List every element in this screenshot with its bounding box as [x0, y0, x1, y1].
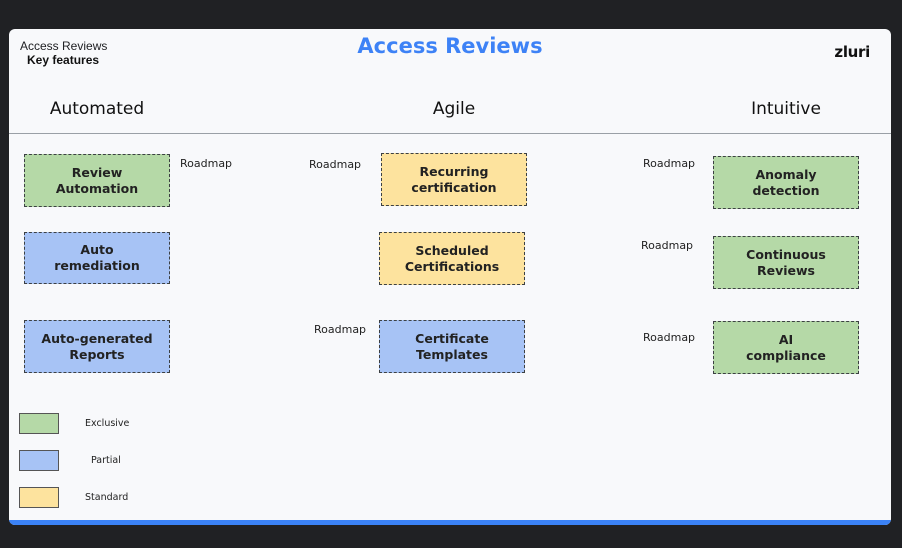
- feature-auto-remediation: Auto remediation: [24, 232, 170, 284]
- roadmap-label-ai-compliance: Roadmap: [643, 331, 696, 344]
- legend-label-partial: Partial: [91, 455, 121, 466]
- roadmap-label-recurring-certification: Roadmap: [309, 158, 362, 171]
- feature-label-line2: remediation: [54, 258, 140, 273]
- legend-label-exclusive: Exclusive: [85, 418, 130, 429]
- slide-title: Access Reviews: [357, 34, 543, 58]
- zluri-logo: zluri: [834, 43, 870, 61]
- feature-label-line1: Scheduled: [415, 242, 489, 258]
- feature-certificate-templates: Certificate Templates: [379, 320, 525, 373]
- feature-anomaly-detection: Anomaly detection: [713, 156, 859, 209]
- legend-swatch-exclusive: [19, 413, 59, 434]
- feature-auto-generated-reports: Auto-generated Reports: [24, 320, 170, 373]
- feature-continuous-reviews: Continuous Reviews: [713, 236, 859, 289]
- feature-label-line1: AI: [778, 331, 794, 347]
- roadmap-label-review-automation: Roadmap: [180, 157, 233, 170]
- column-header-agile: Agile: [432, 99, 476, 119]
- legend-swatch-standard: [19, 487, 59, 508]
- feature-label-line2: Certifications: [404, 258, 500, 274]
- roadmap-label-certificate-templates: Roadmap: [314, 323, 367, 336]
- feature-scheduled-certifications: Scheduled Certifications: [379, 232, 525, 285]
- feature-label-line1: Certificate: [415, 330, 489, 346]
- feature-recurring-certification: Recurring certification: [381, 153, 527, 206]
- column-header-automated: Automated: [49, 99, 145, 119]
- feature-label-line1: Auto-generated: [41, 330, 153, 346]
- feature-ai-compliance: AI compliance: [713, 321, 859, 374]
- feature-label-line1: Anomaly: [755, 166, 817, 182]
- feature-label-line2: Automation: [55, 180, 139, 196]
- slide-bottom-bar: [9, 520, 891, 525]
- feature-label-line2: compliance: [746, 347, 826, 363]
- legend-label-standard: Standard: [85, 492, 129, 503]
- feature-review-automation: Review Automation: [24, 154, 170, 207]
- feature-label-line2: certification: [411, 179, 497, 195]
- feature-label-line1: Review: [71, 164, 123, 180]
- header-divider: [9, 133, 891, 134]
- legend-swatch-partial: [19, 450, 59, 471]
- feature-label-line1: Recurring: [419, 163, 489, 179]
- slide: Access Reviews Key features Access Revie…: [9, 29, 891, 525]
- roadmap-label-anomaly-detection: Roadmap: [643, 157, 696, 170]
- feature-label-line2: detection: [752, 182, 820, 198]
- feature-label-line2: Reviews: [756, 262, 815, 278]
- feature-label-line1: Continuous: [746, 246, 826, 262]
- roadmap-label-continuous-reviews: Roadmap: [641, 239, 694, 252]
- column-header-intuitive: Intuitive: [751, 99, 821, 119]
- feature-label-line2: Templates: [416, 346, 488, 362]
- feature-label-line1: Auto: [80, 242, 114, 258]
- feature-label-line2: Reports: [69, 346, 125, 362]
